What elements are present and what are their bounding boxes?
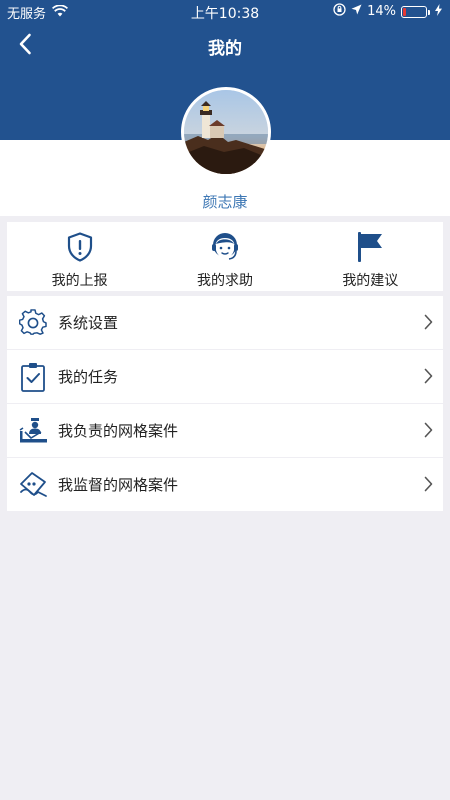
settings-menu: 系统设置 我的任务 我负责的网格案件 我监督的网格案件 <box>7 296 443 512</box>
supervise-icon <box>18 470 48 500</box>
gear-icon <box>18 308 48 338</box>
battery-percent: 14% <box>367 4 396 19</box>
menu-label: 系统设置 <box>58 314 119 332</box>
chevron-right-icon <box>424 314 433 334</box>
charging-bolt-icon <box>435 3 442 20</box>
shield-alert-icon <box>67 229 93 265</box>
page-title: 我的 <box>208 39 242 59</box>
desk-person-icon <box>18 416 48 446</box>
menu-item-supervised-grid-cases[interactable]: 我监督的网格案件 <box>7 458 443 511</box>
orientation-lock-icon <box>333 3 346 20</box>
quick-label: 我的建议 <box>342 273 399 289</box>
menu-label: 我监督的网格案件 <box>58 476 179 494</box>
quick-item-my-help[interactable]: 我的求助 <box>152 222 297 291</box>
headset-person-icon <box>208 229 242 265</box>
chevron-right-icon <box>424 368 433 388</box>
menu-label: 我负责的网格案件 <box>58 422 179 440</box>
menu-item-my-tasks[interactable]: 我的任务 <box>7 350 443 403</box>
quick-label: 我的求助 <box>196 273 253 289</box>
battery-level-fill <box>403 7 407 16</box>
status-bar: 无服务 上午10:38 14% <box>0 0 450 24</box>
clipboard-check-icon <box>18 362 48 392</box>
avatar-lighthouse-image <box>184 90 268 174</box>
quick-item-my-reports[interactable]: 我的上报 <box>7 222 152 291</box>
username[interactable]: 颜志康 <box>0 191 450 212</box>
flag-icon <box>356 229 384 265</box>
quick-label: 我的上报 <box>51 273 108 289</box>
nav-bar: 我的 <box>0 24 450 68</box>
menu-label: 我的任务 <box>58 368 119 386</box>
quick-item-my-suggestions[interactable]: 我的建议 <box>298 222 443 291</box>
chevron-right-icon <box>424 422 433 442</box>
menu-item-system-settings[interactable]: 系统设置 <box>7 296 443 349</box>
chevron-right-icon <box>424 476 433 496</box>
location-arrow-icon <box>351 4 362 19</box>
battery-icon <box>401 5 430 18</box>
avatar[interactable] <box>181 87 271 177</box>
quick-actions: 我的上报 我的求助 我的建议 <box>7 222 443 291</box>
menu-item-responsible-grid-cases[interactable]: 我负责的网格案件 <box>7 404 443 457</box>
status-right: 14% <box>333 3 442 20</box>
